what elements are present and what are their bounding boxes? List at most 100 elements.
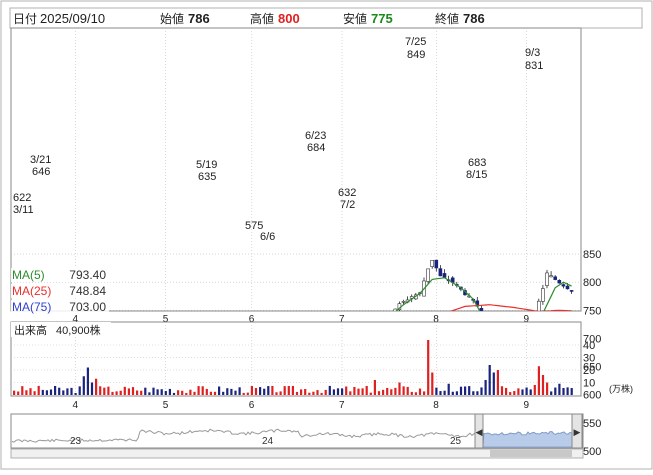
volume-bar xyxy=(238,387,241,395)
volume-bar xyxy=(103,387,106,395)
volume-bar xyxy=(222,391,225,395)
candle-body xyxy=(549,275,553,278)
volume-bar xyxy=(185,392,188,395)
volume-bar xyxy=(312,391,315,395)
volume-bar xyxy=(431,372,434,395)
volume-bar xyxy=(566,387,569,395)
legend-name: MA(25) xyxy=(12,284,51,298)
legend-value: 703.00 xyxy=(69,300,106,314)
legend-value: 793.40 xyxy=(69,268,106,282)
volume-bar xyxy=(17,391,20,395)
volume-bar xyxy=(181,390,184,395)
volume-bar xyxy=(476,391,479,395)
volume-bar xyxy=(509,392,512,395)
annotation-date: 6/23 xyxy=(305,130,326,142)
volume-bar xyxy=(99,386,102,395)
volume-bar xyxy=(13,390,16,395)
volume-bar xyxy=(320,392,323,395)
annotation-date: 9/3 xyxy=(525,47,540,59)
volume-bar xyxy=(45,390,48,395)
volume-bar xyxy=(172,392,176,395)
volume-bar xyxy=(546,382,549,395)
range-left-arrow-icon[interactable]: ◀ xyxy=(476,427,483,437)
volume-bar xyxy=(136,390,139,395)
volume-bar xyxy=(119,390,122,395)
candle-body xyxy=(541,288,545,302)
volume-bar xyxy=(550,391,553,395)
annotation-date: 5/19 xyxy=(196,159,217,171)
annotation-price: 646 xyxy=(32,166,50,178)
candle-body xyxy=(401,300,406,303)
volume-bar xyxy=(410,391,413,395)
volume-bar xyxy=(54,385,57,395)
legend-name: MA(5) xyxy=(12,268,45,282)
volume-bar xyxy=(435,387,438,395)
volume-bar xyxy=(464,386,467,395)
volume-bar xyxy=(492,372,495,395)
stock-chart-widget: 日付 2025/09/10 始値 786 高値 800 安値 775 終値 78… xyxy=(0,0,653,475)
legend-name: MA(75) xyxy=(12,300,51,314)
volume-bar xyxy=(377,391,381,395)
overview-navigator[interactable]: 23 24 25 ◀ ▶ xyxy=(10,413,584,459)
volume-bar xyxy=(111,391,114,395)
volume-bar xyxy=(267,386,270,395)
candle-body xyxy=(553,276,558,280)
volume-bar xyxy=(156,389,159,395)
high-label: 高値 xyxy=(250,11,274,26)
price-tick-label: 800 xyxy=(583,277,601,289)
month-tick-label: 8 xyxy=(433,400,439,411)
volume-panel: 10203040 出来高 40,900株 (万株) xyxy=(10,321,633,397)
volume-bar xyxy=(37,385,40,395)
volume-bar xyxy=(365,386,368,395)
volume-bar xyxy=(537,366,540,395)
volume-bar xyxy=(521,389,524,395)
month-tick-label: 7 xyxy=(339,400,345,411)
volume-bar xyxy=(148,392,151,395)
volume-bar xyxy=(70,387,73,395)
close-label: 終値 xyxy=(435,11,459,26)
volume-bar xyxy=(369,392,372,395)
volume-bar xyxy=(349,391,352,395)
volume-bar xyxy=(33,391,36,395)
overview-year-label: 24 xyxy=(262,436,274,447)
volume-bar xyxy=(107,386,110,395)
volume-bar xyxy=(177,390,180,395)
volume-bar xyxy=(423,391,426,395)
volume-bar xyxy=(308,392,311,395)
volume-tick-label: 20 xyxy=(583,365,595,377)
volume-bar xyxy=(254,388,258,395)
volume-bar xyxy=(246,392,249,395)
volume-bar xyxy=(533,385,536,395)
volume-bar xyxy=(218,386,221,395)
volume-bar xyxy=(570,388,573,395)
volume-bar xyxy=(197,386,200,395)
price-tick-label: 850 xyxy=(583,249,601,261)
volume-bar xyxy=(304,389,307,395)
volume-bar xyxy=(517,388,520,395)
volume-bar xyxy=(295,391,299,395)
volume-bar xyxy=(287,386,290,395)
volume-bar xyxy=(189,389,192,395)
volume-bar xyxy=(455,391,458,395)
volume-bar xyxy=(402,386,405,395)
ma-legend: MA(5) 793.40 MA(25) 748.84 MA(75) 703.00 xyxy=(11,268,109,314)
volume-bar xyxy=(21,386,24,395)
volume-bar xyxy=(500,386,504,395)
volume-bar xyxy=(541,375,545,395)
volume-bar xyxy=(332,389,335,395)
volume-bar xyxy=(115,391,118,395)
annotation-price: 849 xyxy=(407,49,425,61)
volume-bar xyxy=(259,387,262,395)
volume-bar xyxy=(336,388,340,395)
volume-bar xyxy=(123,386,126,395)
candle-body xyxy=(561,284,566,287)
candle-body xyxy=(442,273,447,278)
volume-bar xyxy=(86,367,89,395)
volume-bar xyxy=(398,382,401,395)
volume-bar xyxy=(250,386,253,395)
volume-bar xyxy=(488,365,491,395)
volume-bar xyxy=(562,387,565,395)
range-right-arrow-icon[interactable]: ▶ xyxy=(574,427,581,437)
volume-bar xyxy=(373,380,376,395)
overview-scrollbar-thumb[interactable] xyxy=(490,450,572,457)
